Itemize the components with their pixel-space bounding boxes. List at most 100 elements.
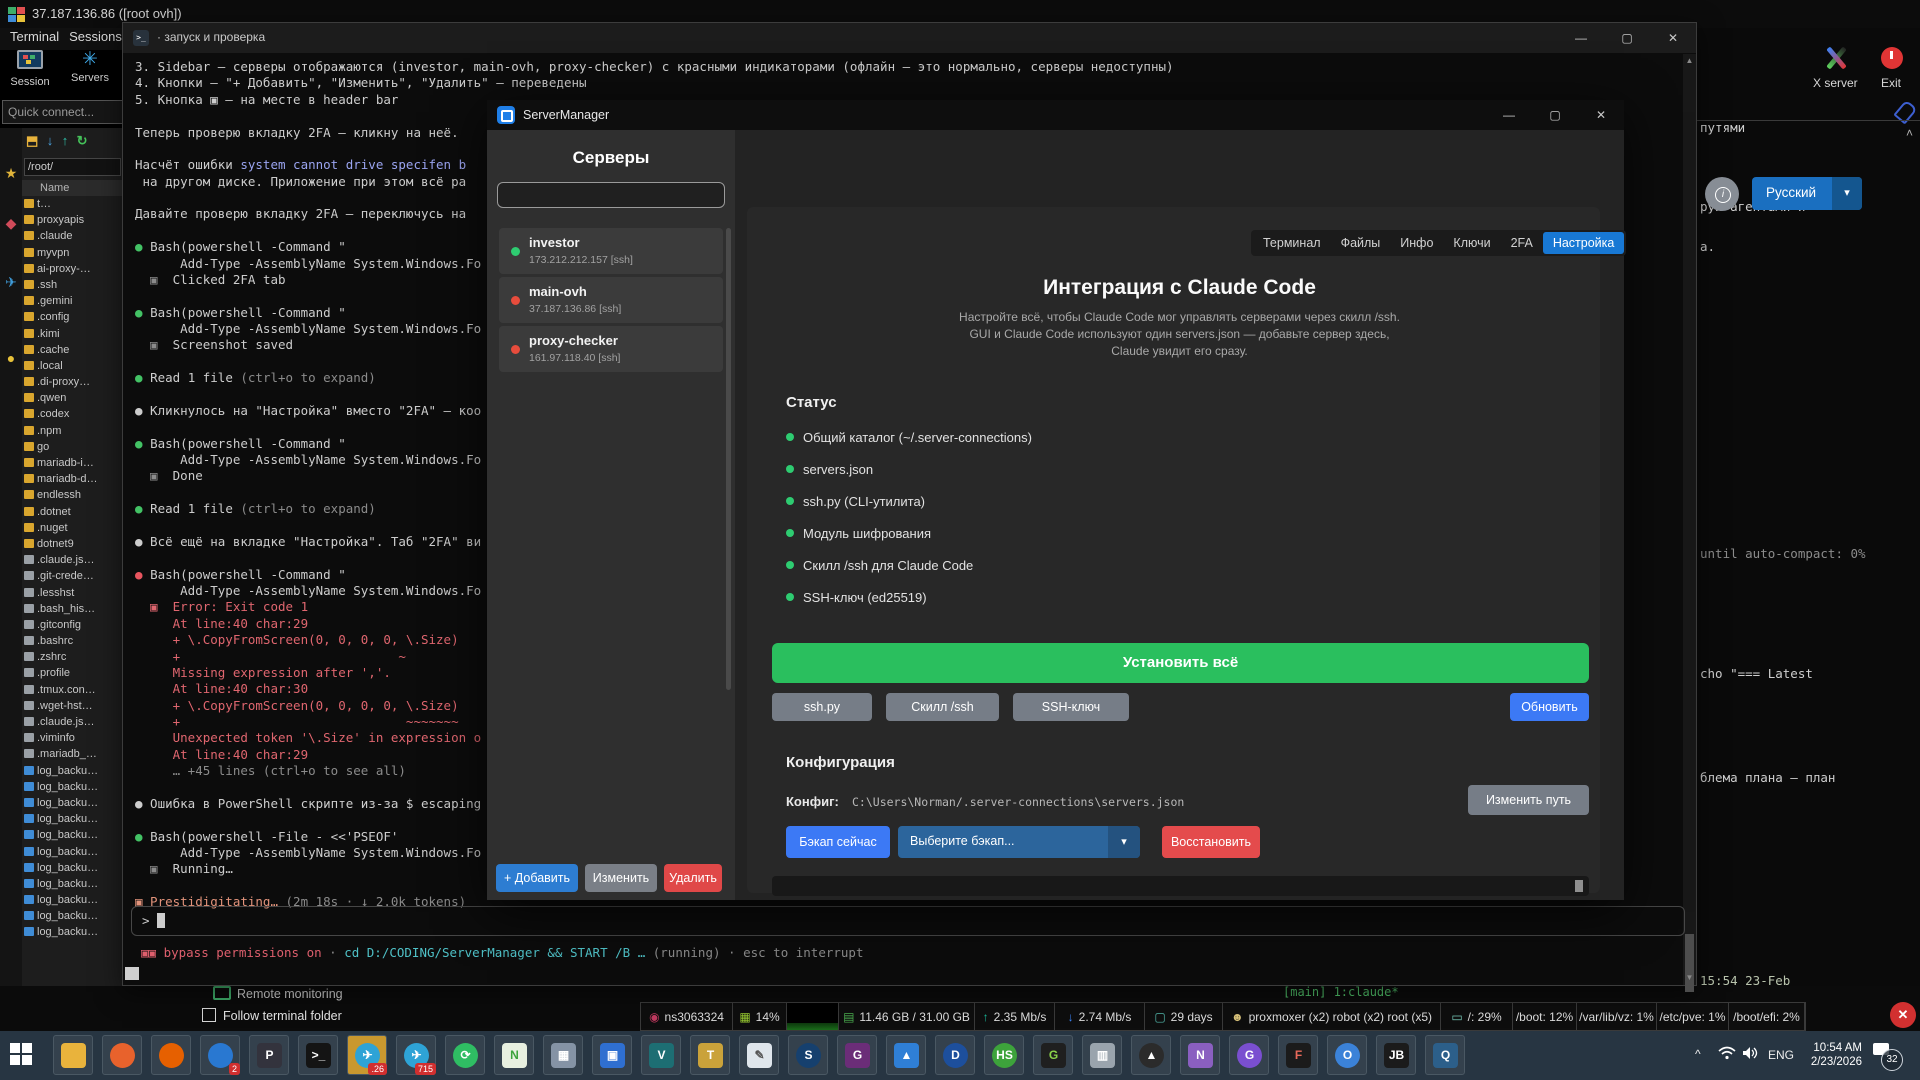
file-explorer-icon[interactable] [53, 1035, 93, 1075]
file-row[interactable]: .dotnet [24, 506, 122, 522]
file-row[interactable]: .bashrc [24, 635, 122, 651]
tab-2FA[interactable]: 2FA [1501, 232, 1543, 254]
skill-ssh-button[interactable]: Скилл /ssh [886, 693, 999, 721]
cmd-terminal-icon[interactable]: >_ [298, 1035, 338, 1075]
file-row[interactable]: .tmux.con… [24, 684, 122, 700]
install-all-button[interactable]: Установить всё [772, 643, 1589, 683]
firefox-icon[interactable] [151, 1035, 191, 1075]
tab-Файлы[interactable]: Файлы [1331, 232, 1391, 254]
file-row[interactable]: log_backu… [24, 797, 122, 813]
file-row[interactable]: mariadb-i… [24, 457, 122, 473]
brave-browser-icon[interactable] [102, 1035, 142, 1075]
file-row[interactable]: .claude.js… [24, 716, 122, 732]
file-row[interactable]: .nuget [24, 522, 122, 538]
app-icon[interactable]: O [1327, 1035, 1367, 1075]
app-icon[interactable]: N [1180, 1035, 1220, 1075]
close-button[interactable]: ✕ [1650, 23, 1696, 53]
app-icon[interactable]: ▥ [1082, 1035, 1122, 1075]
edit-server-button[interactable]: Изменить [585, 864, 657, 892]
claude-prompt-input[interactable]: > [131, 906, 1685, 936]
file-row[interactable]: log_backu… [24, 910, 122, 926]
close-button[interactable] [1886, 0, 1920, 26]
file-row[interactable]: .local [24, 360, 122, 376]
path-input[interactable]: /root/ [24, 158, 121, 176]
file-row[interactable]: log_backu… [24, 846, 122, 862]
maximize-button[interactable] [1843, 0, 1879, 26]
quick-connect-input[interactable]: Quick connect... [2, 100, 125, 124]
server-item-investor[interactable]: investor173.212.212.157 [ssh] [499, 228, 723, 274]
greenshot-icon[interactable]: G [1033, 1035, 1073, 1075]
file-row[interactable]: .lesshst [24, 587, 122, 603]
download-icon[interactable]: ↓ [47, 133, 54, 148]
quicklook-icon[interactable]: Q [1425, 1035, 1465, 1075]
file-row[interactable]: .cache [24, 344, 122, 360]
change-path-button[interactable]: Изменить путь [1468, 785, 1589, 815]
file-row[interactable]: go [24, 441, 122, 457]
notification-count-badge[interactable]: 32 [1881, 1049, 1903, 1071]
file-row[interactable]: log_backu… [24, 829, 122, 845]
app-icon[interactable]: S [788, 1035, 828, 1075]
upload-icon[interactable]: ↑ [62, 133, 69, 148]
server-search-input[interactable] [497, 182, 725, 208]
notepad-icon[interactable]: ✎ [739, 1035, 779, 1075]
remote-monitoring-toggle[interactable]: Remote monitoring [213, 986, 343, 1001]
follow-terminal-folder-checkbox[interactable]: Follow terminal folder [202, 1008, 342, 1023]
language-indicator[interactable]: ENG [1768, 1048, 1794, 1062]
monitoring-close-icon[interactable]: ✕ [1890, 1002, 1916, 1028]
calculator-icon[interactable]: ▦ [543, 1035, 583, 1075]
file-row[interactable]: .git-crede… [24, 570, 122, 586]
log-output-box[interactable] [772, 876, 1589, 896]
file-row[interactable]: .claude [24, 230, 122, 246]
clock[interactable]: 10:54 AM 2/23/2026 [1800, 1041, 1862, 1069]
chevron-up-icon[interactable]: ˄ [1906, 126, 1913, 140]
macros-icon[interactable]: ● [3, 350, 19, 366]
file-row[interactable]: log_backu… [24, 781, 122, 797]
servers-button[interactable]: ✳ Servers [62, 50, 118, 96]
scrollbar-thumb[interactable] [1575, 880, 1583, 892]
scrollbar-thumb[interactable] [1685, 934, 1694, 992]
file-row[interactable]: log_backu… [24, 765, 122, 781]
start-button[interactable] [10, 1043, 34, 1067]
sync-app-icon[interactable]: ⟳ [445, 1035, 485, 1075]
file-row[interactable]: log_backu… [24, 926, 122, 942]
tab-Настройка[interactable]: Настройка [1543, 232, 1625, 254]
refresh-button[interactable]: Обновить [1510, 693, 1589, 721]
exit-button[interactable] [1881, 47, 1903, 69]
sessions-plane-icon[interactable]: ✈ [3, 274, 19, 290]
servermanager-titlebar[interactable]: ServerManager — ▢ ✕ [487, 100, 1624, 130]
file-row[interactable]: .bash_his… [24, 603, 122, 619]
maximize-button[interactable]: ▢ [1604, 23, 1650, 53]
file-row[interactable]: .profile [24, 667, 122, 683]
terminal-scrollbar[interactable]: ▲ ▼ [1683, 54, 1696, 985]
app-icon[interactable]: ▣ [592, 1035, 632, 1075]
speaker-icon[interactable] [1742, 1046, 1758, 1060]
file-row[interactable]: t… [24, 198, 122, 214]
scroll-down-icon[interactable]: ▼ [1683, 973, 1696, 982]
close-button[interactable]: ✕ [1578, 100, 1624, 130]
app-icon[interactable]: T [690, 1035, 730, 1075]
file-row[interactable]: proxyapis [24, 214, 122, 230]
tab-Терминал[interactable]: Терминал [1253, 232, 1331, 254]
github-desktop-icon[interactable]: G [1229, 1035, 1269, 1075]
tab-Инфо[interactable]: Инфо [1390, 232, 1443, 254]
wifi-icon[interactable] [1718, 1046, 1736, 1060]
file-row[interactable]: .npm [24, 425, 122, 441]
menu-terminal[interactable]: Terminal [10, 29, 59, 44]
file-row[interactable]: log_backu… [24, 894, 122, 910]
scroll-up-icon[interactable]: ▲ [1683, 56, 1696, 65]
file-row[interactable]: log_backu… [24, 878, 122, 894]
maximize-button[interactable]: ▢ [1532, 100, 1578, 130]
refresh-icon[interactable]: ↻ [77, 133, 88, 148]
server-list-scrollbar[interactable] [726, 228, 731, 690]
favorites-star-icon[interactable]: ★ [3, 165, 19, 181]
backup-select[interactable]: Выберите бэкап... ▾ [898, 826, 1140, 858]
file-row[interactable]: endlessh [24, 489, 122, 505]
x-server-button[interactable] [1825, 47, 1847, 69]
minimize-button[interactable]: — [1558, 23, 1604, 53]
file-row[interactable]: .wget-hst… [24, 700, 122, 716]
telegram-icon[interactable]: ✈.26 [347, 1035, 387, 1075]
file-row[interactable]: .kimi [24, 328, 122, 344]
minimize-button[interactable]: — [1486, 100, 1532, 130]
file-row[interactable]: .viminfo [24, 732, 122, 748]
file-row[interactable]: mariadb-d… [24, 473, 122, 489]
